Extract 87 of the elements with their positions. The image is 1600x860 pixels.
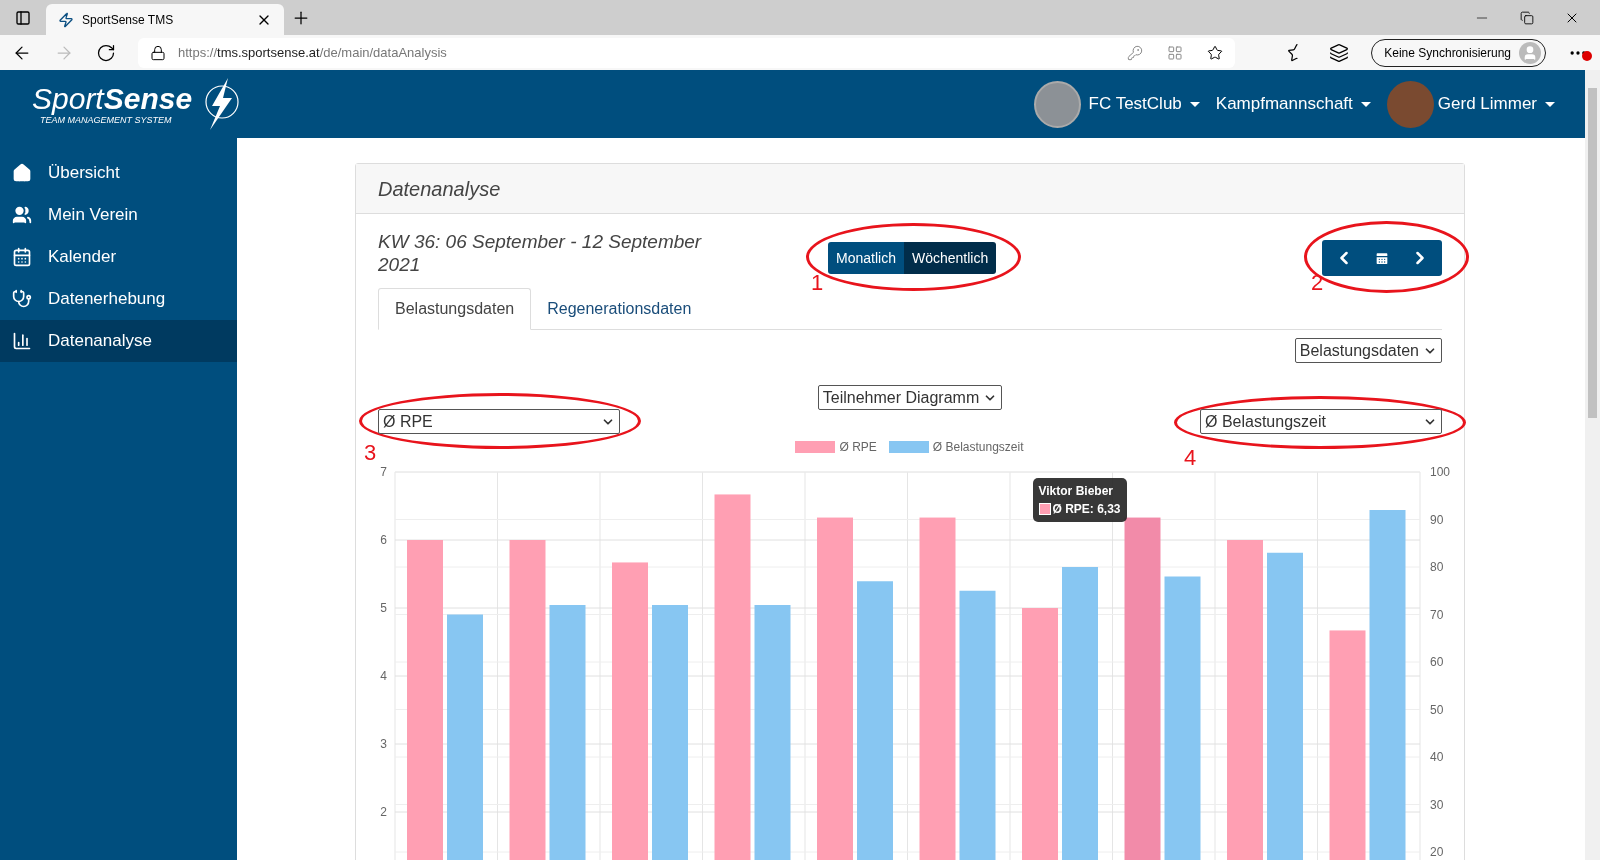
bar-chart-icon — [12, 331, 32, 351]
annotation-number: 4 — [1184, 447, 1197, 469]
apps-icon[interactable] — [1167, 44, 1184, 61]
bar[interactable] — [1062, 567, 1098, 860]
bar[interactable] — [959, 590, 996, 860]
axis-tick-label: 5 — [380, 601, 387, 615]
sidebar-item[interactable]: Datenanalyse — [0, 320, 237, 362]
axis-tick-label: 70 — [1430, 607, 1444, 622]
user-dropdown[interactable]: Gerd Limmer — [1437, 91, 1555, 117]
tab-favicon-icon — [58, 11, 74, 28]
sidebar-item[interactable]: Datenerhebung — [0, 278, 237, 320]
bar[interactable] — [857, 581, 893, 860]
axis-tick-label: 40 — [1430, 750, 1444, 764]
users-icon — [12, 205, 32, 225]
caret-icon — [1360, 101, 1371, 107]
calendar-icon[interactable] — [1374, 250, 1390, 266]
bar[interactable] — [549, 605, 586, 860]
axis-tick-label: 100 — [1430, 465, 1451, 479]
lock-icon — [150, 44, 166, 61]
period-title: KW 36: 06 September - 12 September 2021 — [378, 230, 703, 276]
sidebar-item[interactable]: Mein Verein — [0, 194, 237, 236]
annotation-number: 3 — [364, 442, 377, 464]
stethoscope-icon — [12, 289, 32, 309]
bar[interactable] — [447, 614, 483, 860]
add-favorite-icon[interactable] — [1207, 44, 1224, 61]
bar[interactable] — [1227, 540, 1263, 860]
bar[interactable] — [509, 540, 546, 860]
bar[interactable] — [919, 517, 956, 860]
bar[interactable] — [612, 562, 648, 860]
tooltip-swatch — [1038, 503, 1051, 515]
calendar-icon — [12, 247, 32, 267]
club-dropdown[interactable]: FC TestClub — [1088, 91, 1200, 117]
tab[interactable]: Belastungsdaten — [378, 288, 532, 330]
browser-tab[interactable]: SportSense TMS — [46, 4, 284, 35]
legend-label: Ø RPE — [839, 439, 877, 456]
caret-icon — [1545, 101, 1555, 107]
home-icon — [12, 163, 32, 183]
axis-tick-label: 30 — [1430, 797, 1444, 812]
team-dropdown[interactable]: Kampfmannschaft — [1215, 91, 1371, 117]
bar[interactable] — [1329, 630, 1366, 860]
address-bar[interactable]: https://tms.sportsense.at/de/main/dataAnalysis — [138, 37, 1236, 68]
axis-tick-label: 50 — [1430, 702, 1444, 717]
select-field[interactable]: Ø RPE — [378, 409, 620, 434]
period-toggle-button[interactable]: Wöchentlich — [903, 242, 997, 274]
axis-tick-label: 4 — [380, 669, 387, 683]
sidebar-toggle-icon[interactable] — [15, 9, 31, 26]
annotation-number: 1 — [811, 272, 824, 294]
bar[interactable] — [1267, 552, 1303, 860]
sidebar-item[interactable]: Kalender — [0, 236, 237, 278]
tab[interactable]: Regenerationsdaten — [531, 288, 708, 330]
axis-tick-label: 80 — [1430, 560, 1444, 574]
bar[interactable] — [754, 605, 791, 860]
card-title: Datenanalyse — [378, 176, 501, 202]
bar[interactable] — [817, 517, 853, 860]
bar[interactable] — [652, 605, 688, 860]
bar[interactable] — [1164, 576, 1201, 860]
bar[interactable] — [1124, 517, 1161, 860]
select-field[interactable]: Belastungsdaten — [1294, 338, 1442, 363]
bar[interactable] — [714, 494, 751, 860]
bar[interactable] — [1022, 608, 1058, 860]
bar[interactable] — [1369, 510, 1406, 860]
bar[interactable] — [407, 540, 443, 860]
axis-tick-label: 2 — [380, 805, 387, 819]
select-field[interactable]: Ø Belastungszeit — [1200, 409, 1442, 434]
caret-icon — [1189, 101, 1200, 107]
tooltip-title: Viktor Bieber — [1038, 483, 1114, 500]
key-icon[interactable] — [1127, 44, 1144, 61]
notification-badge — [1582, 50, 1592, 61]
axis-tick-label: 60 — [1430, 655, 1444, 669]
axis-tick-label: 7 — [380, 465, 387, 479]
period-toggle-button[interactable]: Monatlich — [828, 242, 904, 274]
select-field[interactable]: Teilnehmer Diagramm — [817, 385, 1003, 410]
axis-tick-label: 6 — [380, 533, 387, 547]
sidebar-item[interactable]: Übersicht — [0, 152, 237, 194]
axis-tick-label: 3 — [380, 737, 387, 751]
scrollbar[interactable] — [1585, 70, 1600, 860]
restore-icon[interactable] — [1520, 10, 1534, 25]
profile-avatar-icon — [1519, 41, 1541, 64]
url-text: https://tms.sportsense.at/de/main/dataAnalysis — [178, 43, 448, 62]
reload-icon[interactable] — [96, 42, 116, 63]
logo-subtitle: TEAM MANAGEMENT SYSTEM — [40, 115, 173, 125]
axis-tick-label: 90 — [1430, 512, 1444, 527]
axis-tick-label: 20 — [1430, 845, 1444, 859]
logo-title: SportSense — [32, 83, 193, 114]
tooltip-value: Ø RPE: 6,33 — [1052, 501, 1121, 518]
collections-icon[interactable] — [1329, 42, 1350, 63]
legend-label: Ø Belastungszeit — [932, 439, 1024, 456]
